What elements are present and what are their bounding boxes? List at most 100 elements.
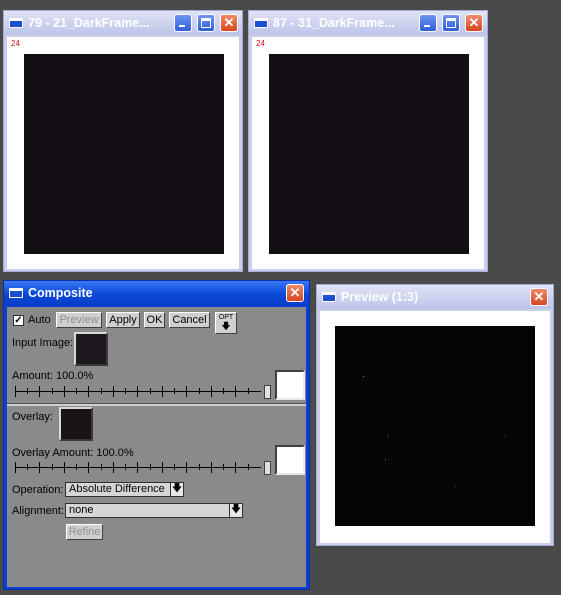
window-title: Composite	[28, 286, 93, 300]
dark-frame-window-87[interactable]: 87 - 31_DarkFrame... ✕ 24	[248, 10, 488, 272]
window-title: Preview (1:3)	[341, 290, 419, 304]
title-bar[interactable]: 87 - 31_DarkFrame... ✕	[249, 11, 487, 35]
input-image-thumbnail[interactable]	[74, 332, 108, 366]
image-canvas[interactable]: 24	[252, 37, 484, 269]
close-button[interactable]: ✕	[530, 288, 548, 306]
slider-tick	[248, 464, 249, 470]
overlay-thumbnail[interactable]	[59, 407, 93, 441]
section-divider	[7, 403, 306, 406]
composite-window[interactable]: Composite ✕ ✓ Auto Preview Apply OK Canc…	[3, 280, 310, 590]
slider-tick	[235, 462, 236, 473]
operation-value: Absolute Difference	[69, 483, 165, 495]
maximize-button[interactable]	[442, 14, 460, 32]
slider-thumb[interactable]	[264, 461, 271, 475]
window-icon	[322, 292, 336, 302]
frame-badge: 24	[256, 39, 265, 48]
apply-button[interactable]: Apply	[106, 312, 140, 328]
slider-tick	[64, 462, 65, 473]
minimize-icon	[424, 25, 430, 27]
overlay-color-box[interactable]	[275, 445, 305, 475]
slider-tick	[27, 388, 28, 394]
dropdown-arrow-icon: 🡇	[229, 504, 242, 517]
preview-canvas[interactable]	[320, 311, 550, 543]
slider-tick	[235, 386, 236, 397]
close-button[interactable]: ✕	[220, 14, 238, 32]
slider-tick	[88, 386, 89, 397]
close-button[interactable]: ✕	[286, 284, 304, 302]
dark-frame-image[interactable]	[269, 54, 469, 254]
overlay-label: Overlay:	[12, 411, 53, 423]
amount-label: Amount: 100.0%	[12, 370, 94, 382]
slider-tick	[174, 464, 175, 470]
slider-tick	[186, 462, 187, 473]
title-bar[interactable]: Composite ✕	[4, 281, 309, 305]
slider-tick	[186, 386, 187, 397]
amount-slider[interactable]	[15, 383, 271, 401]
title-bar[interactable]: Preview (1:3) ✕	[317, 285, 553, 309]
hot-pixel	[455, 486, 456, 487]
window-title: 79 - 21_DarkFrame...	[28, 16, 150, 30]
slider-tick	[125, 464, 126, 470]
ok-button[interactable]: OK	[144, 312, 165, 328]
composite-panel: ✓ Auto Preview Apply OK Cancel OPT 🡇 Inp…	[7, 307, 306, 587]
minimize-icon	[179, 25, 185, 27]
close-icon: ✕	[468, 15, 480, 30]
amount-color-box[interactable]	[275, 370, 305, 400]
cancel-button[interactable]: Cancel	[169, 312, 210, 328]
close-icon: ✕	[223, 15, 235, 30]
slider-tick	[101, 464, 102, 470]
slider-tick	[150, 388, 151, 394]
auto-checkbox[interactable]: ✓	[13, 315, 24, 326]
slider-tick	[88, 462, 89, 473]
slider-tick	[39, 462, 40, 473]
title-bar[interactable]: 79 - 21_DarkFrame... ✕	[4, 11, 242, 35]
auto-label: Auto	[28, 314, 51, 326]
slider-tick	[52, 388, 53, 394]
preview-window[interactable]: Preview (1:3) ✕	[316, 284, 554, 546]
slider-tick	[15, 386, 16, 397]
slider-tick	[113, 462, 114, 473]
slider-tick	[137, 462, 138, 473]
slider-tick	[76, 388, 77, 394]
close-icon: ✕	[533, 289, 545, 304]
close-button[interactable]: ✕	[465, 14, 483, 32]
slider-tick	[113, 386, 114, 397]
maximize-icon	[446, 18, 456, 28]
hot-pixel	[385, 459, 386, 460]
dark-frame-image[interactable]	[24, 54, 224, 254]
hot-pixel	[387, 436, 388, 437]
slider-tick	[27, 464, 28, 470]
overlay-amount-slider[interactable]	[15, 459, 271, 477]
options-button[interactable]: OPT 🡇	[215, 312, 237, 334]
alignment-dropdown[interactable]: none 🡇	[65, 503, 243, 518]
image-canvas[interactable]: 24	[7, 37, 239, 269]
slider-tick	[137, 386, 138, 397]
operation-label: Operation:	[12, 484, 64, 496]
maximize-icon	[201, 18, 211, 28]
minimize-button[interactable]	[419, 14, 437, 32]
alignment-value: none	[69, 504, 94, 516]
slider-tick	[76, 464, 77, 470]
dropdown-arrow-icon: 🡇	[170, 483, 183, 496]
hot-pixel	[363, 376, 364, 377]
slider-tick	[101, 388, 102, 394]
dark-frame-window-79[interactable]: 79 - 21_DarkFrame... ✕ 24	[3, 10, 243, 272]
slider-tick	[162, 462, 163, 473]
slider-tick	[211, 386, 212, 397]
refine-button[interactable]: Refine	[66, 524, 103, 540]
minimize-button[interactable]	[174, 14, 192, 32]
slider-tick	[162, 386, 163, 397]
slider-tick	[52, 464, 53, 470]
slider-thumb[interactable]	[264, 385, 271, 399]
slider-tick	[199, 464, 200, 470]
operation-dropdown[interactable]: Absolute Difference 🡇	[65, 482, 184, 497]
close-icon: ✕	[289, 285, 301, 300]
preview-image[interactable]	[335, 326, 535, 526]
preview-button[interactable]: Preview	[56, 312, 102, 328]
hot-pixel	[505, 436, 506, 437]
window-icon	[9, 18, 23, 28]
arrow-down-icon: 🡇	[221, 321, 231, 331]
check-mark-icon: ✓	[14, 315, 23, 326]
slider-tick	[15, 462, 16, 473]
maximize-button[interactable]	[197, 14, 215, 32]
